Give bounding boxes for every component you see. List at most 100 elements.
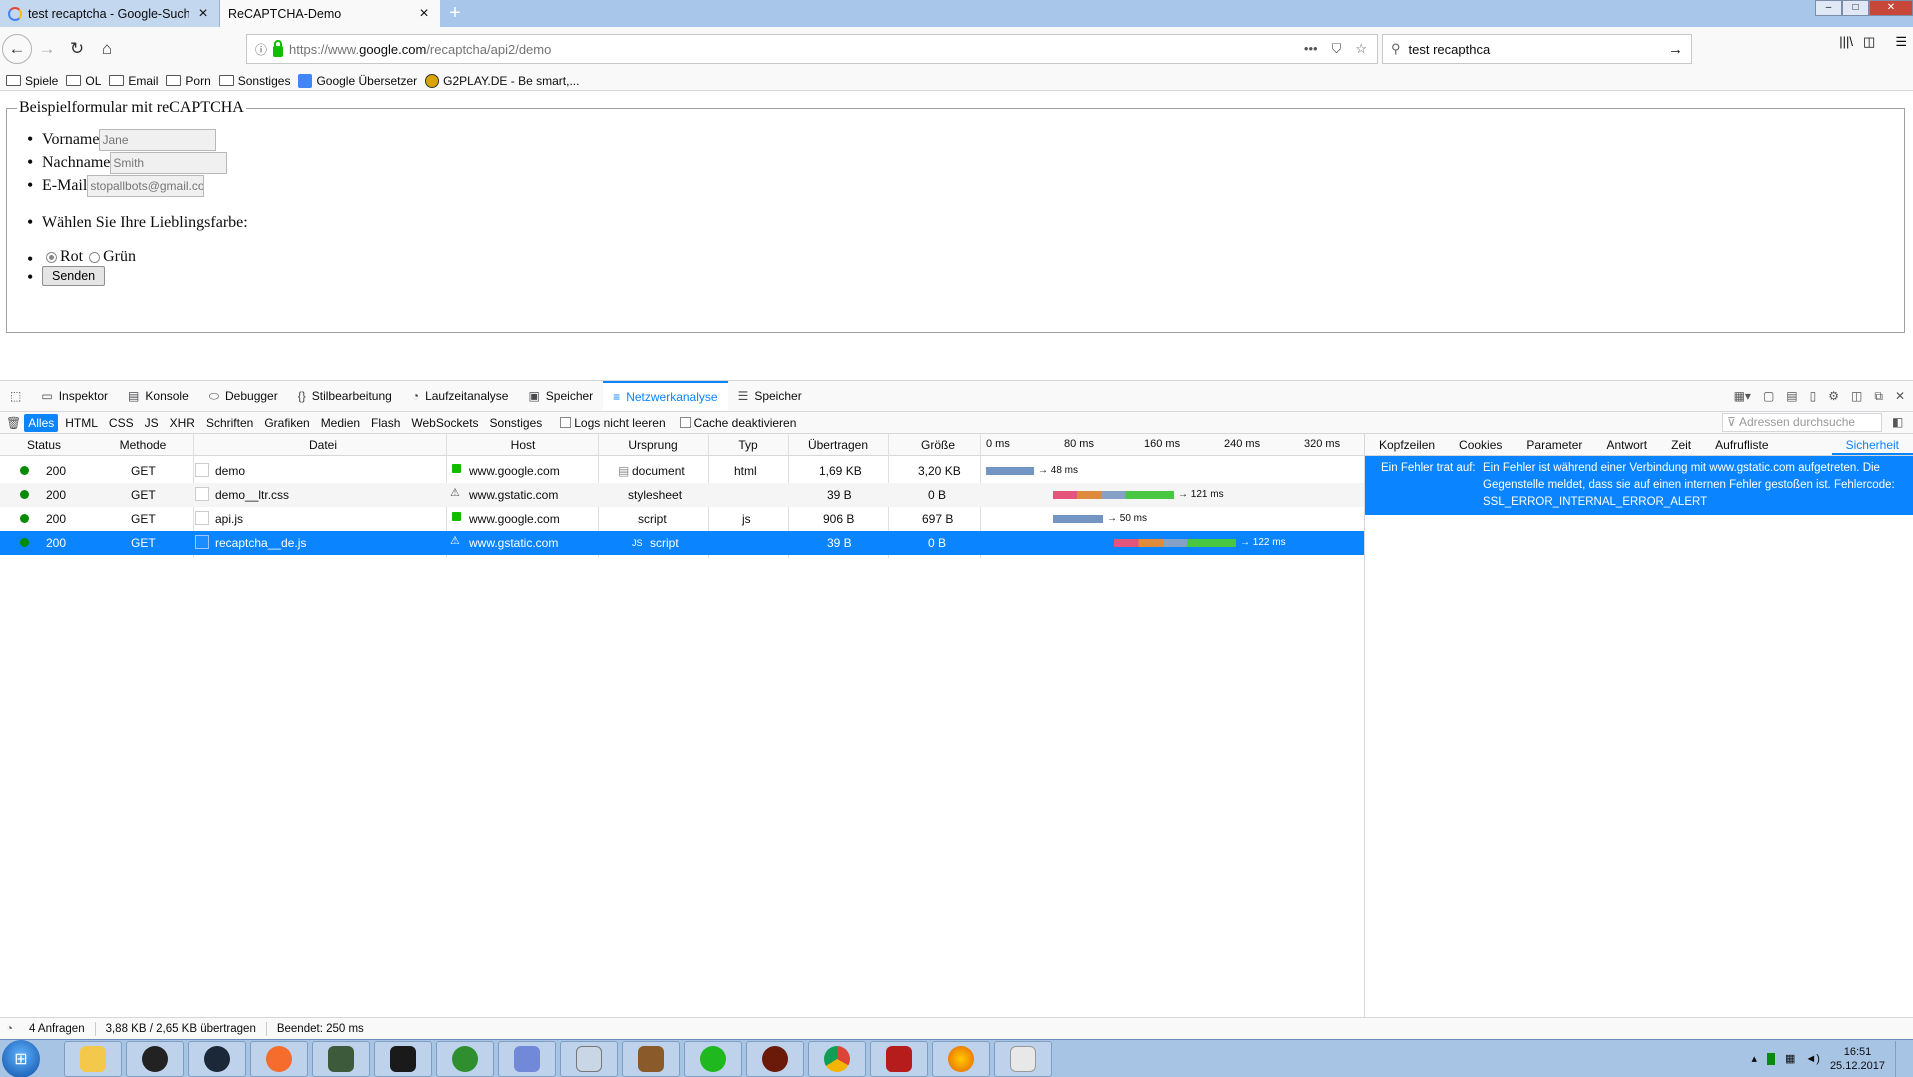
persist-logs-checkbox[interactable]: Logs nicht leeren <box>560 416 666 430</box>
filter-html[interactable]: HTML <box>61 414 102 432</box>
tab-sicherheit[interactable]: Sicherheit <box>1831 434 1913 455</box>
checkbox-box[interactable] <box>560 417 572 428</box>
email-field[interactable] <box>87 174 205 197</box>
taskbar-xbox[interactable] <box>436 1040 494 1077</box>
filter-medien[interactable]: Medien <box>317 414 364 432</box>
show-desktop-button[interactable] <box>1895 1040 1903 1077</box>
start-button[interactable]: ⊞ <box>2 1039 40 1077</box>
taskbar-game[interactable] <box>746 1040 804 1077</box>
pocket-icon[interactable]: ⛉ <box>1332 41 1342 57</box>
tab-debugger[interactable]: ⬭ Debugger <box>199 381 288 411</box>
disable-cache-checkbox[interactable]: Cache deaktivieren <box>679 416 796 430</box>
taskbar-firefox[interactable] <box>932 1040 990 1077</box>
tab-aufrufliste[interactable]: Aufrufliste <box>1701 434 1778 455</box>
screenshot-icon[interactable]: ▯ <box>1810 389 1817 403</box>
request-row-selected[interactable]: 200 GET recaptcha__de.js ⚠ www.gstatic.c… <box>0 531 1364 555</box>
network-tray-icon[interactable]: ▦ <box>1785 1052 1795 1065</box>
taskbar-app-5[interactable] <box>312 1040 370 1077</box>
taskbar-origin[interactable] <box>250 1040 308 1077</box>
col-methode[interactable]: Methode <box>88 438 198 452</box>
battery-icon[interactable] <box>1766 1052 1775 1065</box>
tab-kopfzeilen[interactable]: Kopfzeilen <box>1365 434 1445 455</box>
taskbar-calculator[interactable] <box>560 1040 618 1077</box>
toggle-sidebar-icon[interactable]: ◧ <box>1892 415 1903 429</box>
dock-side-icon[interactable]: ◫ <box>1851 389 1862 403</box>
col-uebertragen[interactable]: Übertragen <box>788 438 888 452</box>
close-icon[interactable]: × <box>416 5 432 23</box>
bookmark-folder-spiele[interactable]: Spiele <box>6 74 58 88</box>
col-status[interactable]: Status <box>0 438 88 452</box>
tab-cookies[interactable]: Cookies <box>1445 434 1512 455</box>
tab-speicher-storage[interactable]: ☰ Speicher <box>728 381 812 411</box>
request-row[interactable]: 200 GET demo__ltr.css ⚠ www.gstatic.com … <box>0 483 1364 507</box>
tab-parameter[interactable]: Parameter <box>1512 434 1592 455</box>
maximize-button[interactable]: □ <box>1842 0 1869 16</box>
col-host[interactable]: Host <box>448 438 598 452</box>
bookmark-google-translate[interactable]: Google Übersetzer <box>298 73 417 88</box>
settings-gear-icon[interactable]: ⚙ <box>1828 389 1839 403</box>
filter-alles[interactable]: Alles <box>24 413 59 432</box>
taskbar-discord[interactable] <box>498 1040 556 1077</box>
tab-inspektor[interactable]: ▭ Inspektor <box>31 381 118 411</box>
radio-rot[interactable] <box>46 251 57 263</box>
url-filter-input[interactable]: ⊽ Adressen durchsuche <box>1722 413 1882 432</box>
go-arrow-icon[interactable]: → <box>1668 41 1691 58</box>
request-row[interactable]: 200 GET api.js www.google.com script js … <box>0 507 1364 531</box>
request-row[interactable]: 200 GET demo www.google.com ▤ document h… <box>0 459 1364 483</box>
taskbar-runescape[interactable] <box>870 1040 928 1077</box>
filter-grafiken[interactable]: Grafiken <box>260 414 313 432</box>
radio-gruen[interactable] <box>89 251 101 263</box>
taskbar-app-6[interactable] <box>374 1040 432 1077</box>
taskbar-paint[interactable] <box>994 1040 1052 1077</box>
layout-icon[interactable]: ▦▾ <box>1734 389 1751 403</box>
bookmark-folder-sonstiges[interactable]: Sonstiges <box>218 74 290 88</box>
url-text[interactable]: https://www.google.com/recaptcha/api2/de… <box>289 42 1298 57</box>
minimize-button[interactable]: – <box>1815 0 1842 16</box>
tab-zeit[interactable]: Zeit <box>1657 434 1701 455</box>
filter-sonstiges[interactable]: Sonstiges <box>486 414 547 432</box>
taskbar-chrome[interactable] <box>808 1040 866 1077</box>
close-icon[interactable]: × <box>195 5 211 23</box>
volume-icon[interactable]: ◄) <box>1805 1053 1820 1065</box>
lastname-field[interactable] <box>110 151 228 174</box>
page-actions-icon[interactable]: ••• <box>1304 41 1318 57</box>
info-icon[interactable]: ⓘ <box>255 41 267 58</box>
element-picker-button[interactable]: ⬚ <box>0 381 31 411</box>
taskbar-library[interactable] <box>622 1040 680 1077</box>
col-datei[interactable]: Datei <box>198 438 448 452</box>
taskbar-explorer[interactable] <box>64 1040 122 1077</box>
new-tab-button[interactable]: + <box>440 0 470 27</box>
tray-expand-icon[interactable]: ▴ <box>1751 1052 1757 1065</box>
tab-google-search[interactable]: test recaptcha - Google-Suche × <box>0 0 220 27</box>
menu-icon[interactable]: ☰ <box>1895 34 1907 50</box>
close-devtools-icon[interactable]: ✕ <box>1895 389 1905 403</box>
sidebar-icon[interactable]: ◫ <box>1863 34 1875 50</box>
window-close-button[interactable]: ✕ <box>1869 0 1913 16</box>
home-button[interactable]: ⌂ <box>92 34 122 64</box>
submit-button[interactable]: Senden <box>42 266 106 286</box>
library-icon[interactable]: |||\ <box>1839 34 1853 50</box>
tab-antwort[interactable]: Antwort <box>1592 434 1657 455</box>
filter-schriften[interactable]: Schriften <box>202 414 257 432</box>
tab-speicher-memory[interactable]: ▣ Speicher <box>518 381 603 411</box>
firstname-field[interactable] <box>99 128 217 151</box>
bookmark-g2play[interactable]: G2PLAY.DE - Be smart,... <box>425 73 579 88</box>
col-ursprung[interactable]: Ursprung <box>598 438 708 452</box>
tab-stilbearbeitung[interactable]: {} Stilbearbeitung <box>288 381 402 411</box>
forward-button[interactable]: → <box>32 34 62 64</box>
performance-analysis-icon[interactable]: ◔ <box>6 1023 13 1035</box>
responsive-icon[interactable]: ▢ <box>1763 389 1774 403</box>
taskbar-cloud[interactable] <box>684 1040 742 1077</box>
tab-laufzeitanalyse[interactable]: ◔ Laufzeitanalyse <box>402 381 519 411</box>
checkbox-box[interactable] <box>679 417 691 428</box>
tab-netzwerkanalyse[interactable]: ≡ Netzwerkanalyse <box>603 381 728 411</box>
search-bar[interactable]: ⚲ test recapthca → <box>1382 34 1692 64</box>
back-button[interactable]: ← <box>2 34 32 64</box>
taskbar-steam[interactable] <box>188 1040 246 1077</box>
scratchpad-icon[interactable]: ▤ <box>1786 389 1797 403</box>
bookmark-folder-ol[interactable]: OL <box>66 74 101 88</box>
url-bar[interactable]: ⓘ https://www.google.com/recaptcha/api2/… <box>246 34 1378 64</box>
col-groesse[interactable]: Größe <box>888 438 988 452</box>
search-input[interactable]: test recapthca <box>1409 42 1660 57</box>
bookmark-folder-email[interactable]: Email <box>109 74 158 88</box>
